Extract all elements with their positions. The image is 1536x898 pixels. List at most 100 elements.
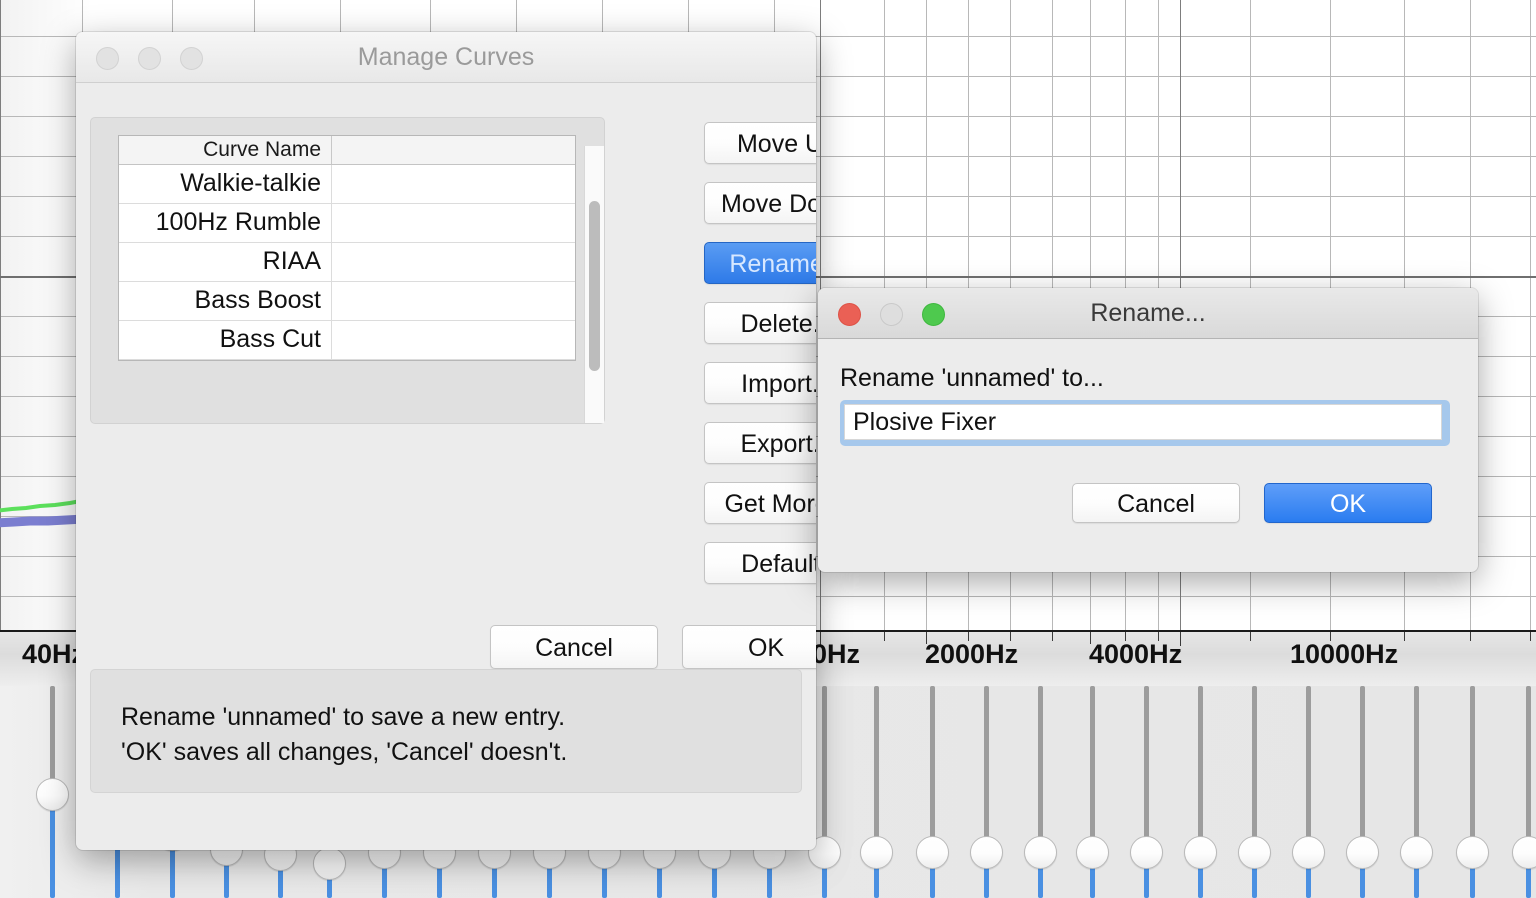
curves-list-header: Curve Name	[119, 136, 575, 165]
slider-thumb[interactable]	[313, 847, 346, 880]
slider-track-upper	[1038, 686, 1043, 842]
slider-track-lower	[822, 866, 827, 898]
curve-action-rename-button[interactable]: Rename...	[704, 242, 816, 284]
slider-track-lower	[437, 866, 442, 898]
eq-slider[interactable]	[1304, 686, 1312, 898]
manage-curves-titlebar[interactable]: Manage Curves	[76, 32, 816, 83]
rename-cancel-button[interactable]: Cancel	[1072, 483, 1240, 523]
slider-track-upper	[874, 686, 879, 842]
slider-thumb[interactable]	[1512, 836, 1536, 869]
rename-ok-button[interactable]: OK	[1264, 483, 1432, 523]
slider-track-lower	[224, 863, 229, 898]
curve-blank-cell	[332, 321, 575, 359]
axis-tick	[1530, 632, 1531, 641]
slider-track-upper	[984, 686, 989, 842]
slider-track-upper	[1360, 686, 1365, 842]
rename-input[interactable]	[844, 404, 1442, 440]
slider-thumb[interactable]	[1346, 836, 1379, 869]
eq-slider[interactable]	[1142, 686, 1150, 898]
slider-thumb[interactable]	[860, 836, 893, 869]
eq-slider[interactable]	[1196, 686, 1204, 898]
table-row[interactable]: RIAA	[119, 243, 575, 282]
slider-thumb[interactable]	[916, 836, 949, 869]
axis-tick	[1470, 632, 1471, 641]
slider-thumb[interactable]	[1076, 836, 1109, 869]
help-line-2: 'OK' saves all changes, 'Cancel' doesn't…	[121, 738, 567, 767]
curve-name-cell: Bass Boost	[119, 282, 332, 320]
slider-track-upper	[822, 686, 827, 842]
scrollbar-thumb[interactable]	[589, 201, 600, 371]
curve-blank-cell	[332, 165, 575, 203]
table-row[interactable]: 100Hz Rumble	[119, 204, 575, 243]
slider-track-lower	[1526, 866, 1531, 898]
slider-track-lower	[1360, 866, 1365, 898]
slider-track-upper	[1306, 686, 1311, 842]
slider-track-lower	[492, 866, 497, 898]
slider-thumb[interactable]	[1130, 836, 1163, 869]
slider-thumb[interactable]	[1400, 836, 1433, 869]
slider-track-lower	[1306, 866, 1311, 898]
slider-thumb[interactable]	[1184, 836, 1217, 869]
slider-thumb[interactable]	[1024, 836, 1057, 869]
eq-slider[interactable]	[820, 686, 828, 898]
slider-thumb[interactable]	[1456, 836, 1489, 869]
axis-tick	[1052, 632, 1053, 641]
slider-track-lower	[327, 877, 332, 898]
slider-track-lower	[382, 866, 387, 898]
slider-track-upper	[1470, 686, 1475, 842]
curve-name-cell: RIAA	[119, 243, 332, 281]
slider-track-lower	[657, 866, 662, 898]
eq-slider[interactable]	[982, 686, 990, 898]
slider-thumb[interactable]	[1292, 836, 1325, 869]
table-row[interactable]: Treble Boost	[119, 360, 575, 361]
slider-track-upper	[1090, 686, 1095, 842]
manage-curves-ok-button[interactable]: OK	[682, 625, 816, 669]
rename-dialog: Rename... Rename 'unnamed' to... Cancel …	[818, 288, 1478, 572]
curve-action-export-button[interactable]: Export...	[704, 422, 816, 464]
slider-thumb[interactable]	[970, 836, 1003, 869]
slider-thumb[interactable]	[36, 778, 69, 811]
table-row[interactable]: Bass Boost	[119, 282, 575, 321]
curve-action-defaults-button[interactable]: Defaults	[704, 542, 816, 584]
eq-slider[interactable]	[1088, 686, 1096, 898]
eq-slider[interactable]	[48, 686, 56, 898]
curve-action-move-down-button[interactable]: Move Down	[704, 182, 816, 224]
slider-track-upper	[1144, 686, 1149, 842]
curve-action-get-more-button[interactable]: Get More...	[704, 482, 816, 524]
curve-action-move-up-button[interactable]: Move Up	[704, 122, 816, 164]
rename-prompt-label: Rename 'unnamed' to...	[840, 364, 1104, 393]
slider-track-lower	[1414, 866, 1419, 898]
column-header-blank	[332, 136, 575, 164]
curve-action-delete-button[interactable]: Delete...	[704, 302, 816, 344]
axis-tick	[1250, 632, 1251, 641]
eq-slider[interactable]	[928, 686, 936, 898]
eq-slider[interactable]	[1524, 686, 1532, 898]
slider-track-upper	[1198, 686, 1203, 842]
slider-track-lower	[1038, 866, 1043, 898]
curves-list[interactable]: Curve Name Walkie-talkie100Hz RumbleRIAA…	[118, 135, 576, 361]
slider-thumb[interactable]	[1238, 836, 1271, 869]
manage-curves-dialog: Manage Curves Curves Curve Name Walkie-t…	[76, 32, 816, 850]
slider-track-lower	[1090, 866, 1095, 898]
curve-blank-cell	[332, 282, 575, 320]
eq-slider[interactable]	[1468, 686, 1476, 898]
axis-tick	[884, 632, 885, 641]
rename-titlebar[interactable]: Rename...	[818, 288, 1478, 339]
eq-slider[interactable]	[1036, 686, 1044, 898]
eq-slider[interactable]	[1358, 686, 1366, 898]
curve-name-cell: Bass Cut	[119, 321, 332, 359]
rename-dialog-title: Rename...	[818, 288, 1478, 338]
slider-track-lower	[1470, 866, 1475, 898]
column-header-curve-name: Curve Name	[119, 136, 332, 164]
table-row[interactable]: Walkie-talkie	[119, 165, 575, 204]
eq-slider[interactable]	[1412, 686, 1420, 898]
axis-tick	[1404, 632, 1405, 641]
slider-track-lower	[547, 866, 552, 898]
curves-list-scrollbar[interactable]	[584, 146, 604, 423]
manage-curves-cancel-button[interactable]: Cancel	[490, 625, 658, 669]
table-row[interactable]: Bass Cut	[119, 321, 575, 360]
curve-name-cell: Treble Boost	[119, 360, 332, 361]
eq-slider[interactable]	[1250, 686, 1258, 898]
eq-slider[interactable]	[872, 686, 880, 898]
curve-action-import-button[interactable]: Import...	[704, 362, 816, 404]
